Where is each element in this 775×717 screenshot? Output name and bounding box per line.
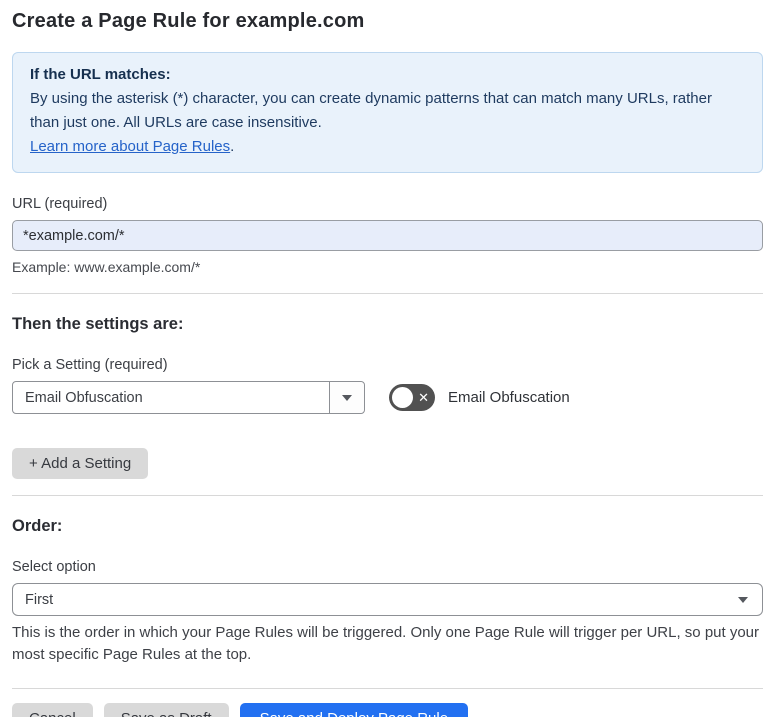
url-input[interactable] xyxy=(12,220,763,251)
info-box-link-line: Learn more about Page Rules. xyxy=(30,135,745,159)
divider xyxy=(12,688,763,689)
setting-select[interactable]: Email Obfuscation xyxy=(12,381,365,414)
setting-select-value: Email Obfuscation xyxy=(25,389,143,406)
add-setting-button[interactable]: + Add a Setting xyxy=(12,448,149,479)
info-box-heading: If the URL matches: xyxy=(30,66,171,83)
order-select-label: Select option xyxy=(12,559,96,575)
divider xyxy=(12,293,763,294)
url-match-info-box: If the URL matches: By using the asteris… xyxy=(12,52,763,173)
toggle-label: Email Obfuscation xyxy=(448,389,570,406)
setting-select-arrow-button[interactable] xyxy=(329,382,364,413)
url-example-text: Example: www.example.com/* xyxy=(12,259,201,275)
cancel-button[interactable]: Cancel xyxy=(12,703,93,717)
chevron-down-icon xyxy=(738,596,748,603)
toggle-off-x-icon: ✕ xyxy=(418,390,429,405)
setting-picker-label: Pick a Setting (required) xyxy=(12,357,168,373)
setting-row: Email Obfuscation ✕ Email Obfuscation xyxy=(12,381,763,414)
link-suffix: . xyxy=(230,138,235,155)
info-box-body: By using the asterisk (*) character, you… xyxy=(30,90,712,131)
email-obfuscation-toggle-group: ✕ Email Obfuscation xyxy=(389,384,570,411)
save-and-deploy-button[interactable]: Save and Deploy Page Rule xyxy=(239,703,469,717)
url-field-label: URL (required) xyxy=(12,196,108,212)
divider xyxy=(12,495,763,496)
email-obfuscation-toggle[interactable]: ✕ xyxy=(389,384,435,411)
order-select-value: First xyxy=(25,591,54,608)
order-section-heading: Order: xyxy=(12,517,63,535)
toggle-knob xyxy=(392,387,413,408)
save-as-draft-button[interactable]: Save as Draft xyxy=(103,703,229,717)
order-select[interactable]: First xyxy=(12,583,763,616)
create-page-rule-form: Create a Page Rule for example.com If th… xyxy=(0,0,775,717)
chevron-down-icon xyxy=(342,394,352,401)
order-help-text: This is the order in which your Page Rul… xyxy=(12,624,760,663)
learn-more-link[interactable]: Learn more about Page Rules xyxy=(30,138,230,155)
settings-section-heading: Then the settings are: xyxy=(12,315,184,333)
page-title: Create a Page Rule for example.com xyxy=(12,10,365,32)
footer-actions: Cancel Save as Draft Save and Deploy Pag… xyxy=(12,703,763,717)
